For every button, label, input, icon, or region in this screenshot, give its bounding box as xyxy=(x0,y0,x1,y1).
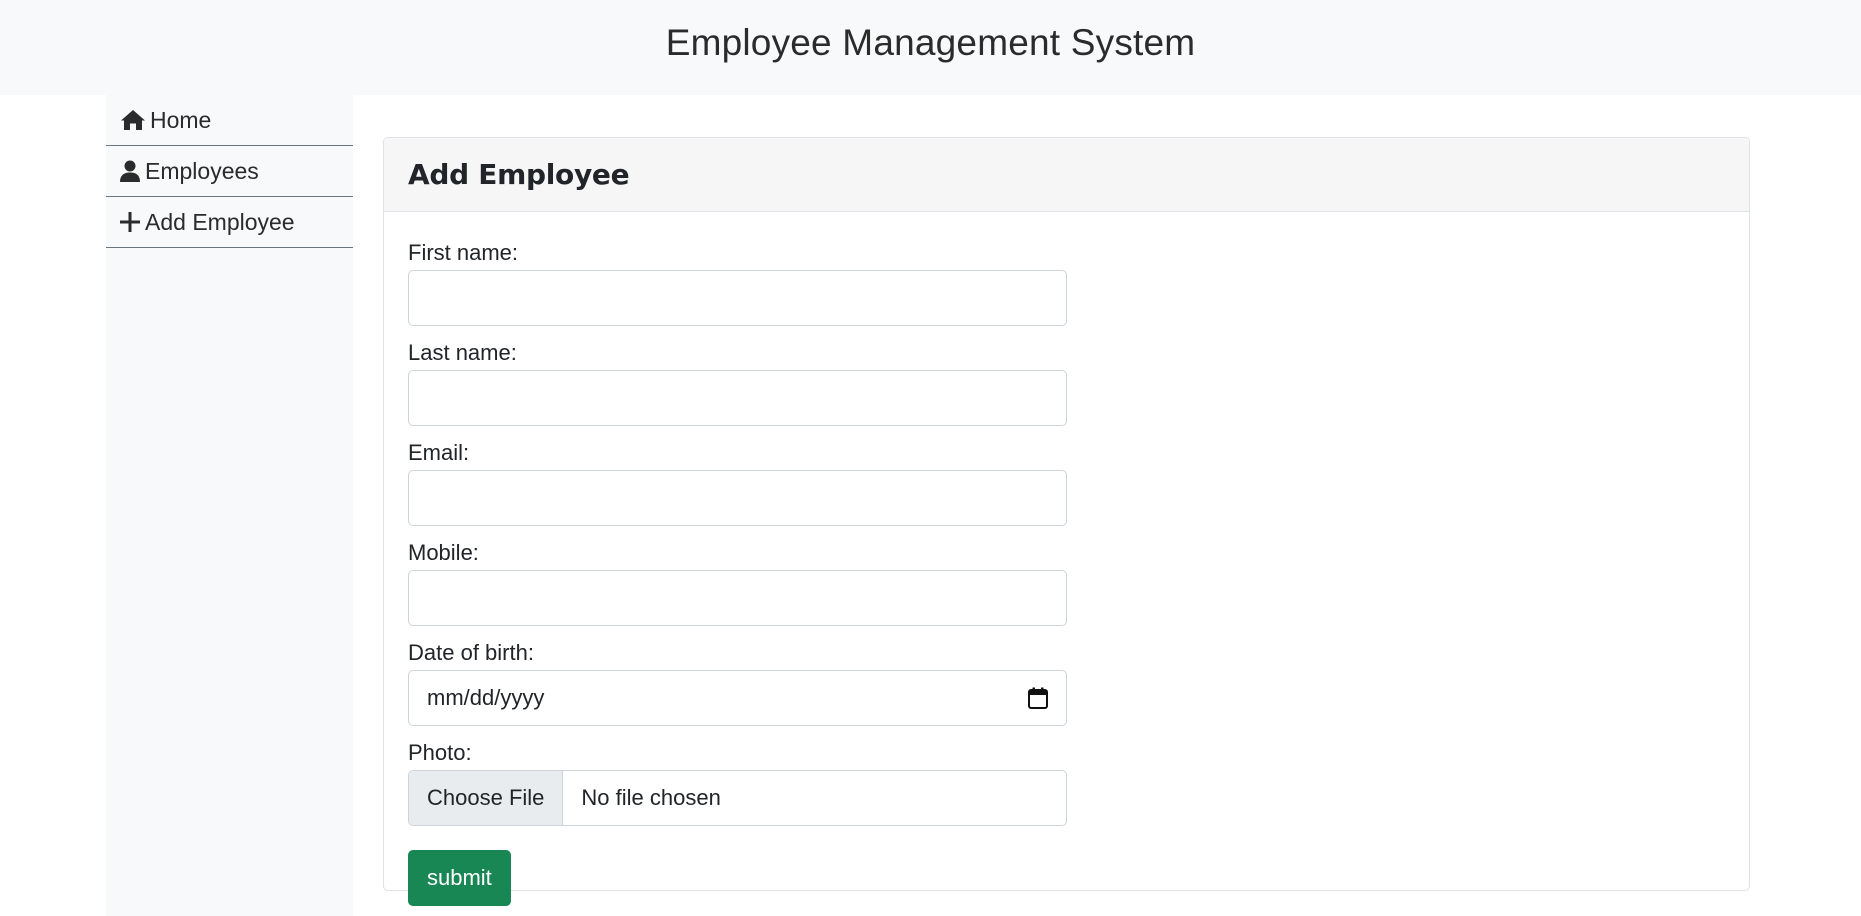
date-placeholder: mm/dd/yyyy xyxy=(427,685,545,710)
email-input[interactable] xyxy=(408,470,1067,526)
sidebar-item-add-employee[interactable]: Add Employee xyxy=(106,197,353,248)
card-header: Add Employee xyxy=(384,138,1749,212)
add-employee-card: Add Employee First name: Last name: Emai… xyxy=(383,137,1750,906)
sidebar-item-home[interactable]: Home xyxy=(106,95,353,146)
sidebar-item-label: Home xyxy=(150,106,212,133)
mobile-input[interactable] xyxy=(408,570,1067,626)
app-header: Employee Management System xyxy=(0,0,1861,95)
sidebar-item-employees[interactable]: Employees xyxy=(106,146,353,197)
date-of-birth-label: Date of birth: xyxy=(408,640,534,665)
choose-file-button[interactable]: Choose File xyxy=(409,771,564,825)
mobile-label: Mobile: xyxy=(408,540,479,565)
first-name-label: First name: xyxy=(408,240,519,265)
home-icon xyxy=(120,107,148,133)
first-name-input[interactable] xyxy=(408,270,1067,326)
plus-icon xyxy=(120,209,143,235)
user-icon xyxy=(120,158,143,184)
file-status-text: No file chosen xyxy=(581,785,721,810)
photo-file-input[interactable]: Choose File No file chosen xyxy=(408,770,1067,826)
email-label: Email: xyxy=(408,440,470,465)
photo-label: Photo: xyxy=(408,740,472,765)
sidebar-item-label: Employees xyxy=(145,157,259,184)
card-title: Add Employee xyxy=(408,158,630,191)
page-title: Employee Management System xyxy=(665,22,1196,63)
sidebar-item-label: Add Employee xyxy=(145,208,295,235)
last-name-label: Last name: xyxy=(408,340,517,365)
date-of-birth-input[interactable]: mm/dd/yyyy xyxy=(408,670,1067,726)
sidebar: Home Employees Add Employee xyxy=(106,95,353,916)
add-employee-form: First name: Last name: Email: Mobile: Da… xyxy=(384,212,1749,906)
last-name-input[interactable] xyxy=(408,370,1067,426)
submit-button[interactable]: submit xyxy=(408,850,511,906)
calendar-icon[interactable] xyxy=(1028,687,1048,709)
